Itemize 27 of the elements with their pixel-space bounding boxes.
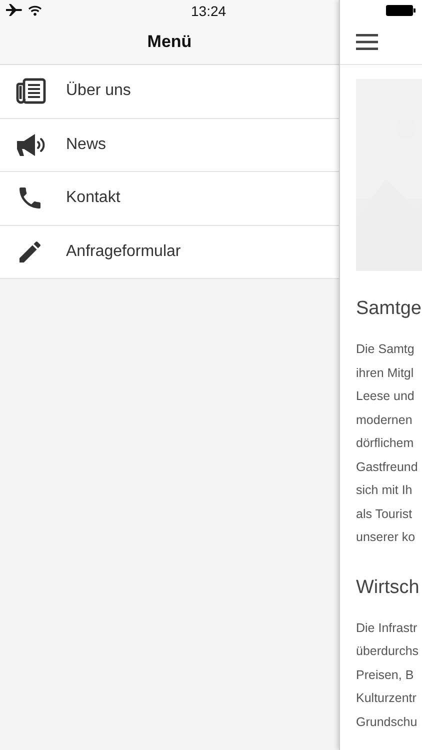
body-text-line: Leese und bbox=[356, 388, 414, 405]
newspaper-icon bbox=[16, 78, 46, 104]
body-text-line: Preisen, B bbox=[356, 666, 414, 684]
body-text-line: Gastfreund bbox=[356, 458, 418, 476]
body-text-line: überdurchs bbox=[356, 643, 419, 660]
section-heading: Samtge bbox=[356, 298, 422, 320]
body-text-line: unserer ko bbox=[356, 529, 416, 546]
menu-item[interactable]: Kontakt bbox=[0, 172, 339, 226]
body-text-line: Die Infrastr bbox=[356, 620, 418, 636]
body-text-line: Kulturzentr bbox=[356, 690, 416, 707]
menu-item[interactable]: Anfrageformular bbox=[0, 226, 339, 279]
section-heading: Wirtsch bbox=[356, 576, 420, 598]
airplane-icon bbox=[6, 4, 22, 16]
menu-item[interactable]: News bbox=[0, 118, 339, 172]
battery-icon bbox=[386, 4, 416, 16]
body-text-line: Die Samtg bbox=[356, 341, 414, 358]
menu-icon[interactable] bbox=[356, 34, 378, 50]
body-text-line: sich mit Ih bbox=[356, 482, 412, 499]
body-text-line: dörflichem bbox=[356, 435, 414, 452]
body-text-line: modernen bbox=[356, 412, 412, 428]
menu-title: Menü bbox=[147, 32, 192, 52]
body-text-line: als Tourist bbox=[356, 506, 412, 522]
status-time: 13:24 bbox=[191, 3, 226, 19]
wifi-icon bbox=[28, 4, 42, 16]
body-text-line: Grundschu bbox=[356, 714, 418, 730]
body-text-line: ihren Mitgl bbox=[356, 364, 414, 382]
menu-item[interactable]: Über uns bbox=[0, 65, 339, 118]
